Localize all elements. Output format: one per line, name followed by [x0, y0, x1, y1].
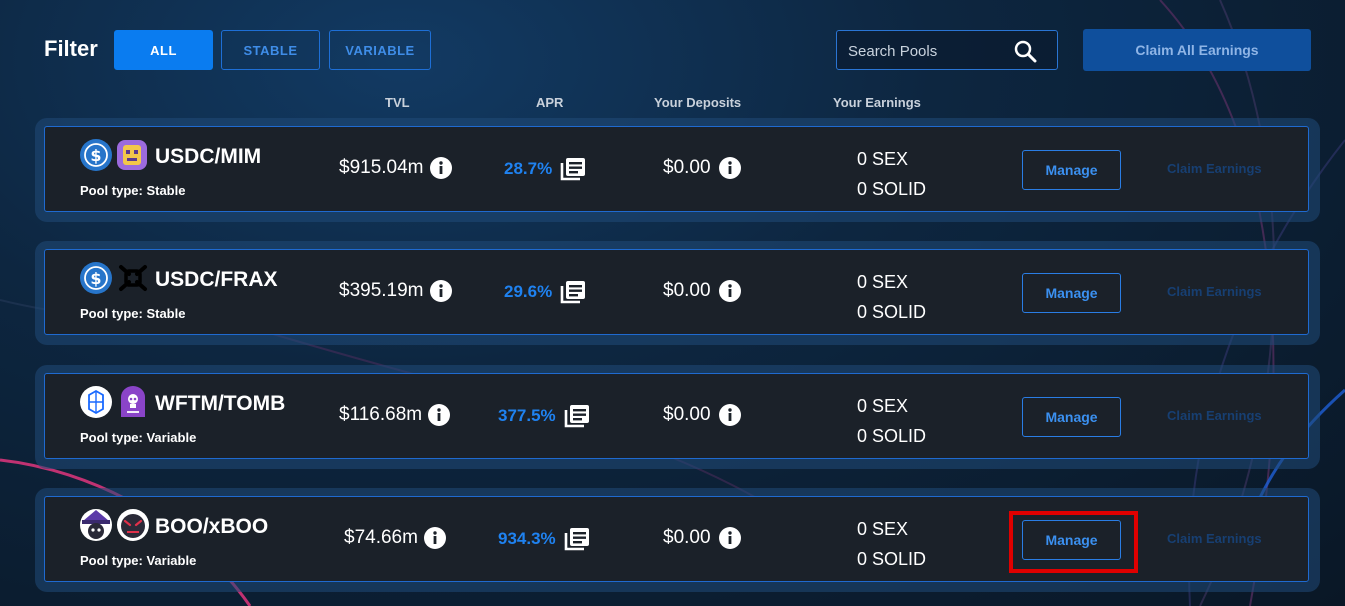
apr-value: 28.7% [504, 159, 553, 178]
mim-icon [117, 140, 147, 170]
ledger-icon[interactable] [564, 527, 590, 551]
tomb-icon [121, 386, 145, 417]
pool-type: Pool type: Stable [80, 183, 186, 198]
pool-deposits: $0.00 [663, 404, 741, 426]
apr-value: 377.5% [498, 406, 556, 425]
pool-apr: 29.6% [504, 280, 586, 304]
pool-tvl: $74.66m [344, 527, 446, 549]
claim-earnings-button[interactable]: Claim Earnings [1167, 161, 1262, 176]
claim-earnings-button[interactable]: Claim Earnings [1167, 284, 1262, 299]
earnings-sex: 0 SEX [857, 272, 909, 292]
pool-deposits: $0.00 [663, 157, 741, 179]
pool-name: WFTM/TOMB [155, 392, 286, 415]
earnings-solid: 0 SOLID [857, 549, 927, 569]
info-icon[interactable] [718, 280, 741, 302]
earnings-solid: 0 SOLID [857, 302, 927, 322]
usdc-icon: $ [80, 139, 112, 171]
pool-name: USDC/MIM [155, 145, 262, 168]
pool-token-icons [80, 386, 145, 418]
pool-card: $ USDC/MIM Pool type: Stable $915.04m 28… [44, 126, 1309, 212]
deposits-value: $0.00 [663, 280, 711, 301]
tvl-value: $74.66m [344, 527, 418, 548]
manage-button[interactable]: Manage [1022, 273, 1121, 313]
info-icon[interactable] [423, 527, 446, 549]
pool-type: Pool type: Variable [80, 430, 197, 445]
pool-earnings: 0 SEX 0 SOLID [857, 267, 926, 327]
pool-token-icons: $ [80, 262, 147, 294]
claim-earnings-button[interactable]: Claim Earnings [1167, 408, 1262, 423]
filter-stable-button[interactable]: STABLE [221, 30, 320, 70]
manage-button[interactable]: Manage [1022, 397, 1121, 437]
tvl-value: $915.04m [339, 157, 424, 178]
search-input[interactable] [846, 31, 1010, 71]
earnings-sex: 0 SEX [857, 396, 909, 416]
manage-button[interactable]: Manage [1022, 150, 1121, 190]
earnings-sex: 0 SEX [857, 149, 909, 169]
fantom-icon [80, 386, 112, 418]
usdc-icon: $ [80, 262, 112, 294]
manage-button[interactable]: Manage [1022, 520, 1121, 560]
pool-card: WFTM/TOMB Pool type: Variable $116.68m 3… [44, 373, 1309, 459]
pool-earnings: 0 SEX 0 SOLID [857, 144, 926, 204]
frax-icon [119, 265, 147, 291]
pool-earnings: 0 SEX 0 SOLID [857, 514, 926, 574]
pool-row: WFTM/TOMB Pool type: Variable $116.68m 3… [35, 365, 1320, 469]
pool-row: $ USDC/FRAX Pool type: Stable $395.19m 2… [35, 241, 1320, 345]
info-icon[interactable] [718, 157, 741, 179]
search-icon[interactable] [1013, 39, 1037, 63]
apr-value: 29.6% [504, 282, 553, 301]
pool-name: USDC/FRAX [155, 268, 278, 291]
claim-all-earnings-button[interactable]: Claim All Earnings [1083, 29, 1311, 71]
svg-text:$: $ [90, 269, 101, 288]
pool-apr: 934.3% [498, 527, 590, 551]
deposits-value: $0.00 [663, 157, 711, 178]
pool-tvl: $395.19m [339, 280, 452, 302]
ledger-icon[interactable] [564, 404, 590, 428]
pool-row: BOO/xBOO Pool type: Variable $74.66m 934… [35, 488, 1320, 592]
pool-card: $ USDC/FRAX Pool type: Stable $395.19m 2… [44, 249, 1309, 335]
deposits-value: $0.00 [663, 404, 711, 425]
pool-row: $ USDC/MIM Pool type: Stable $915.04m 28… [35, 118, 1320, 222]
pool-tvl: $116.68m [339, 404, 451, 426]
search-box[interactable] [836, 30, 1058, 71]
earnings-solid: 0 SOLID [857, 179, 927, 199]
boo-icon [80, 509, 112, 541]
apr-value: 934.3% [498, 529, 556, 548]
column-header-earnings: Your Earnings [833, 95, 921, 110]
info-icon[interactable] [428, 404, 451, 426]
ledger-icon[interactable] [560, 280, 586, 304]
tvl-value: $395.19m [339, 280, 424, 301]
ledger-icon[interactable] [560, 157, 586, 181]
earnings-sex: 0 SEX [857, 519, 909, 539]
filter-variable-button[interactable]: VARIABLE [329, 30, 431, 70]
pool-apr: 28.7% [504, 157, 586, 181]
filter-all-button[interactable]: ALL [114, 30, 213, 70]
pool-deposits: $0.00 [663, 280, 741, 302]
pool-tvl: $915.04m [339, 157, 452, 179]
info-icon[interactable] [429, 280, 452, 302]
column-header-apr: APR [536, 95, 564, 110]
info-icon[interactable] [718, 404, 741, 426]
pool-card: BOO/xBOO Pool type: Variable $74.66m 934… [44, 496, 1309, 582]
deposits-value: $0.00 [663, 527, 711, 548]
earnings-solid: 0 SOLID [857, 426, 927, 446]
column-header-deposits: Your Deposits [654, 95, 742, 110]
pool-type: Pool type: Variable [80, 553, 197, 568]
pool-name: BOO/xBOO [155, 515, 269, 538]
column-header-tvl: TVL [385, 95, 410, 110]
pool-token-icons: $ [80, 139, 147, 171]
claim-earnings-button[interactable]: Claim Earnings [1167, 531, 1262, 546]
pool-deposits: $0.00 [663, 527, 741, 549]
pool-type: Pool type: Stable [80, 306, 186, 321]
tvl-value: $116.68m [339, 404, 423, 425]
pool-apr: 377.5% [498, 404, 590, 428]
filter-label: Filter [44, 36, 98, 61]
pool-token-icons [80, 509, 149, 541]
info-icon[interactable] [429, 157, 452, 179]
svg-text:$: $ [90, 146, 101, 165]
xboo-icon [117, 509, 149, 541]
pool-earnings: 0 SEX 0 SOLID [857, 391, 926, 451]
info-icon[interactable] [718, 527, 741, 549]
